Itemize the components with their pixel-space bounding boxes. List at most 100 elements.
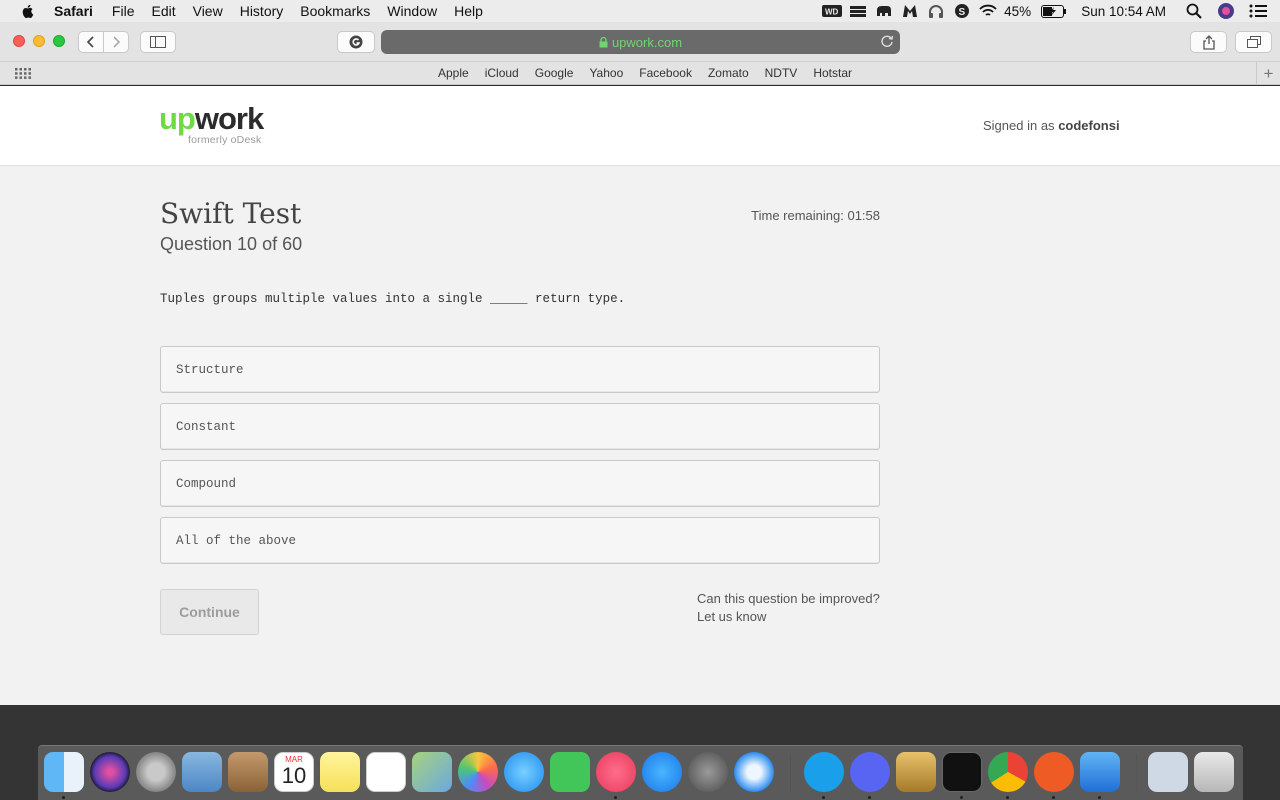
notes-icon[interactable] (320, 752, 360, 792)
grammarly-extension-button[interactable] (337, 31, 375, 53)
menu-help[interactable]: Help (454, 3, 483, 19)
photos-icon[interactable] (458, 752, 498, 792)
dock-separator (1136, 754, 1137, 792)
feedback-link[interactable]: Let us know (697, 608, 880, 626)
tabs-icon (1246, 35, 1261, 48)
menu-view[interactable]: View (193, 3, 223, 19)
new-tab-plus-icon[interactable]: + (1256, 62, 1280, 85)
messages-icon[interactable] (504, 752, 544, 792)
itunes-icon[interactable] (596, 752, 636, 792)
menu-extra-icon[interactable] (848, 3, 868, 19)
postman-icon[interactable] (1034, 752, 1074, 792)
lock-icon (599, 36, 608, 47)
answer-option[interactable]: Compound (160, 460, 880, 507)
favorite-google[interactable]: Google (535, 66, 574, 80)
malwarebytes-icon[interactable] (900, 3, 920, 19)
username[interactable]: codefonsi (1058, 118, 1119, 133)
close-window-button[interactable] (13, 35, 25, 47)
running-indicator (1098, 796, 1101, 799)
apple-menu-icon[interactable] (20, 3, 36, 19)
tabs-overview-button[interactable] (1235, 31, 1272, 53)
elephant-icon[interactable] (874, 3, 894, 19)
logo-up: up (159, 101, 196, 136)
running-indicator (1052, 796, 1055, 799)
spotlight-icon[interactable] (1184, 3, 1204, 19)
chevron-left-icon (86, 36, 94, 48)
launchpad-icon[interactable] (136, 752, 176, 792)
xcode-icon[interactable] (1080, 752, 1120, 792)
forward-button[interactable] (103, 31, 129, 53)
favorites-bar: Apple iCloud Google Yahoo Facebook Zomat… (0, 62, 1280, 85)
siri-icon[interactable] (90, 752, 130, 792)
menu-app-safari[interactable]: Safari (54, 3, 93, 19)
trash-icon[interactable] (1194, 752, 1234, 792)
safari-icon[interactable] (734, 752, 774, 792)
address-bar[interactable]: upwork.com (381, 30, 900, 54)
sidebar-icon (150, 36, 166, 48)
mail-icon[interactable] (182, 752, 222, 792)
skype-status-icon[interactable]: S (952, 3, 972, 19)
discord-icon[interactable] (850, 752, 890, 792)
url-text: upwork.com (611, 34, 683, 50)
answer-option[interactable]: All of the above (160, 517, 880, 564)
answer-option[interactable]: Constant (160, 403, 880, 450)
answer-options: Structure Constant Compound All of the a… (160, 346, 880, 574)
menu-bookmarks[interactable]: Bookmarks (300, 3, 370, 19)
menu-file[interactable]: File (112, 3, 135, 19)
maps-icon[interactable] (412, 752, 452, 792)
calendar-icon[interactable]: MAR 10 (274, 752, 314, 792)
facetime-icon[interactable] (550, 752, 590, 792)
favorite-apple[interactable]: Apple (438, 66, 469, 80)
finder-icon[interactable] (44, 752, 84, 792)
back-button[interactable] (78, 31, 104, 53)
favorite-yahoo[interactable]: Yahoo (589, 66, 623, 80)
notification-center-icon[interactable] (1248, 3, 1268, 19)
menu-window[interactable]: Window (387, 3, 437, 19)
answer-option[interactable]: Structure (160, 346, 880, 393)
question-text: Tuples groups multiple values into a sin… (160, 292, 626, 306)
chevron-right-icon (113, 36, 121, 48)
fullscreen-window-button[interactable] (53, 35, 65, 47)
upwork-logo[interactable]: upwork formerly oDesk (159, 101, 264, 147)
favorite-ndtv[interactable]: NDTV (765, 66, 798, 80)
favorite-icloud[interactable]: iCloud (485, 66, 519, 80)
clock[interactable]: Sun 10:54 AM (1081, 4, 1166, 19)
running-indicator (614, 796, 617, 799)
logo-work: work (194, 101, 264, 136)
minimize-window-button[interactable] (33, 35, 45, 47)
app-store-icon[interactable] (642, 752, 682, 792)
running-indicator (960, 796, 963, 799)
favorite-facebook[interactable]: Facebook (639, 66, 692, 80)
menu-edit[interactable]: Edit (151, 3, 175, 19)
battery-charging-icon[interactable] (1041, 3, 1067, 19)
keychain-icon[interactable] (896, 752, 936, 792)
share-button[interactable] (1190, 31, 1227, 53)
headphones-icon[interactable] (926, 3, 946, 19)
top-sites-grid-icon[interactable] (15, 68, 31, 79)
running-indicator (62, 796, 65, 799)
wd-drive-icon[interactable]: WD (822, 3, 843, 19)
chrome-icon[interactable] (988, 752, 1028, 792)
reminders-icon[interactable] (366, 752, 406, 792)
running-indicator (822, 796, 825, 799)
terminal-icon[interactable] (942, 752, 982, 792)
running-indicator (1006, 796, 1009, 799)
battery-percent: 45% (1004, 3, 1032, 19)
favorite-hotstar[interactable]: Hotstar (813, 66, 852, 80)
svg-text:WD: WD (825, 8, 839, 17)
siri-menu-icon[interactable] (1216, 3, 1236, 19)
favorite-zomato[interactable]: Zomato (708, 66, 749, 80)
menu-history[interactable]: History (240, 3, 284, 19)
dock: MAR 10 (38, 745, 1243, 800)
system-preferences-icon[interactable] (688, 752, 728, 792)
reload-icon[interactable] (880, 34, 894, 48)
feedback-question: Can this question be improved? (697, 591, 880, 606)
sidebar-toggle-button[interactable] (140, 31, 176, 53)
wifi-icon[interactable] (978, 3, 998, 19)
skype-icon[interactable] (804, 752, 844, 792)
continue-button[interactable]: Continue (160, 589, 259, 635)
time-remaining: Time remaining: 01:58 (751, 208, 880, 223)
contacts-icon[interactable] (228, 752, 268, 792)
documents-icon[interactable] (1148, 752, 1188, 792)
running-indicator (868, 796, 871, 799)
